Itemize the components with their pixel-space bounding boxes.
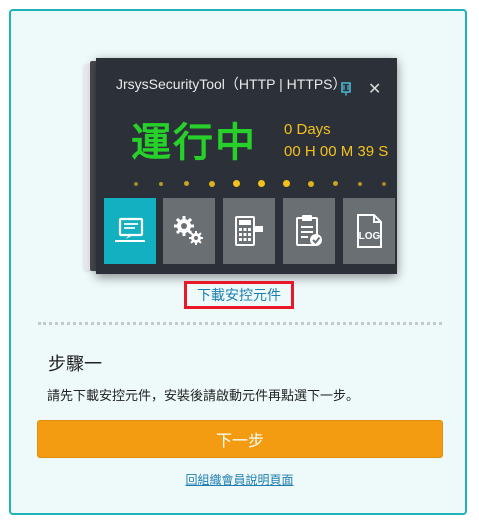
dot: [308, 181, 314, 187]
close-icon: ✕: [368, 79, 382, 98]
step-title: 步驟一: [48, 354, 102, 375]
gears-icon: [174, 216, 203, 245]
dot: [233, 180, 240, 187]
dot: [258, 180, 265, 187]
monitor-chat-icon: [115, 217, 145, 242]
progress-dots: [116, 179, 386, 189]
dot: [134, 182, 138, 186]
tile-settings: [163, 198, 215, 264]
tile-checklist: [283, 198, 335, 264]
clipboard-check-icon: [296, 215, 322, 246]
tool-title: JrsysSecurityTool（HTTP | HTTPS）: [116, 76, 347, 92]
member-help-page-link[interactable]: 回組織會員說明頁面: [0, 471, 479, 488]
tile-log: LOG: [343, 198, 395, 264]
dot: [209, 181, 215, 187]
tool-icon-bar: LOG: [104, 198, 395, 264]
step-instruction: 請先下載安控元件，安裝後請啟動元件再點選下一步。: [47, 389, 360, 404]
dotted-divider: [38, 322, 442, 325]
tile-calculator: [223, 198, 275, 264]
dot: [184, 181, 189, 186]
uptime-time: 00 H 00 M 39 S: [284, 143, 389, 160]
dot: [283, 180, 290, 187]
running-status: 運行中: [131, 120, 257, 166]
dot: [358, 182, 362, 186]
security-tool-illustration: JrsysSecurityTool（HTTP | HTTPS） ✕ 運行中 0 …: [96, 58, 397, 274]
calculator-icon: [235, 216, 263, 246]
next-step-button[interactable]: 下一步: [37, 420, 443, 458]
dot: [333, 181, 338, 186]
tile-monitor: [104, 198, 156, 264]
dot: [159, 182, 163, 186]
pin-icon: [341, 82, 351, 96]
dot: [382, 182, 386, 186]
log-label: LOG: [359, 231, 381, 242]
uptime-days: 0 Days: [284, 121, 331, 138]
log-file-icon: LOG: [357, 214, 382, 248]
download-security-component-link[interactable]: 下載安控元件: [184, 281, 294, 309]
